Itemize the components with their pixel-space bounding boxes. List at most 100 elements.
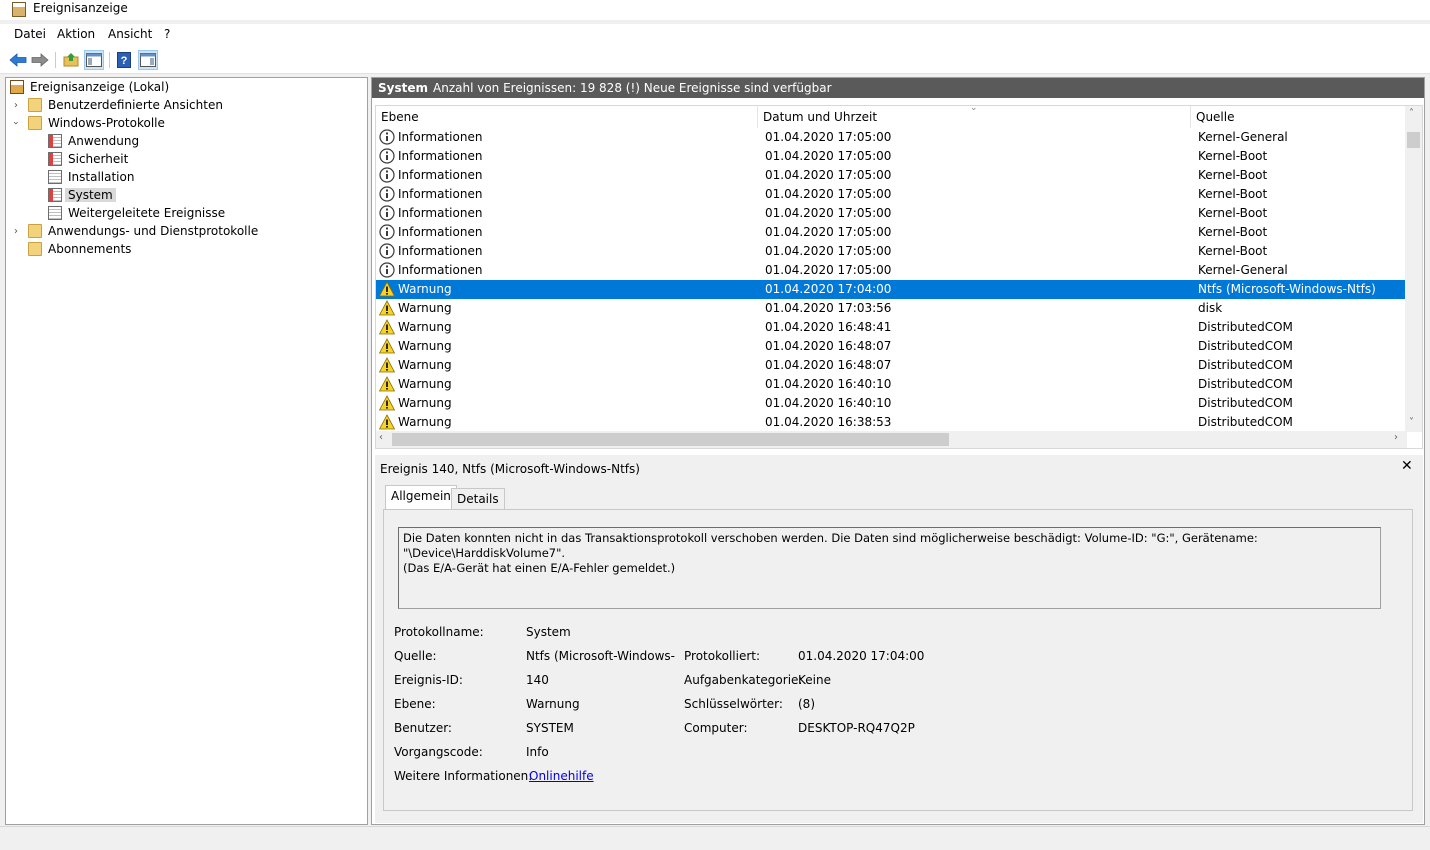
table-row[interactable]: Warnung 01.04.2020 16:48:07 DistributedCOM — [376, 356, 1406, 375]
cell-datetime: 01.04.2020 17:03:56 — [765, 301, 892, 315]
tree-item-label: Anwendungs- und Dienstprotokolle — [48, 224, 259, 238]
scroll-up-icon[interactable]: ˄ — [1409, 108, 1414, 119]
cell-level: Warnung — [398, 320, 452, 334]
event-message[interactable]: Die Daten konnten nicht in das Transakti… — [398, 527, 1381, 609]
table-row[interactable]: Warnung 01.04.2020 17:04:00 Ntfs (Microsof… — [376, 280, 1406, 299]
cell-level: Informationen — [398, 130, 483, 144]
tab-allgemein[interactable]: Allgemein — [385, 485, 457, 510]
event-viewer-app-icon — [12, 2, 26, 17]
column-header-quelle[interactable]: Quelle — [1191, 106, 1407, 128]
tree-item-root[interactable]: Ereignisanzeige (Lokal) — [10, 78, 172, 96]
label-schluesselwoerter: Schlüsselwörter: — [684, 697, 783, 711]
info-icon — [379, 224, 395, 240]
show-hide-action-icon — [140, 53, 156, 67]
up-folder-icon — [63, 53, 79, 67]
show-hide-action-pane-button[interactable] — [138, 50, 158, 70]
table-row[interactable]: Warnung 01.04.2020 16:48:41 DistributedCOM — [376, 318, 1406, 337]
tree-item-anwendung[interactable]: Anwendung — [48, 132, 142, 150]
table-row[interactable]: Warnung 01.04.2020 16:40:10 DistributedCOM — [376, 394, 1406, 413]
folder-icon — [28, 224, 42, 238]
tree-item-installation[interactable]: Installation — [48, 168, 137, 186]
show-hide-tree-icon — [86, 53, 102, 67]
label-vorgangscode: Vorgangscode: — [394, 745, 483, 759]
warning-icon — [378, 281, 396, 297]
forward-button[interactable] — [30, 50, 50, 70]
info-icon — [379, 148, 395, 164]
label-protokollname: Protokollname: — [394, 625, 484, 639]
table-row[interactable]: Informationen 01.04.2020 17:05:00 Kernel-B… — [376, 147, 1406, 166]
value-vorgangscode: Info — [526, 745, 549, 759]
event-count-info: Anzahl von Ereignissen: 19 828 (!) Neue … — [433, 81, 832, 95]
cell-source: Kernel-General — [1198, 130, 1288, 144]
scrollbar-thumb[interactable] — [1407, 132, 1420, 148]
tree-item-sicherheit[interactable]: Sicherheit — [48, 150, 131, 168]
warning-icon — [378, 376, 396, 392]
value-ereignis-id: 140 — [526, 673, 549, 687]
scroll-down-icon[interactable]: ˅ — [1409, 417, 1414, 428]
cell-source: DistributedCOM — [1198, 320, 1293, 334]
cell-datetime: 01.04.2020 17:05:00 — [765, 206, 892, 220]
warning-icon — [378, 319, 396, 335]
menu-datei[interactable]: Datei — [14, 27, 46, 41]
info-icon — [379, 186, 395, 202]
back-button[interactable] — [8, 50, 28, 70]
scroll-right-icon[interactable]: › — [1394, 432, 1398, 443]
results-pane: System Anzahl von Ereignissen: 19 828 (!… — [371, 77, 1425, 825]
scroll-left-icon[interactable]: ‹ — [379, 432, 383, 443]
help-button[interactable]: ? — [114, 50, 134, 70]
show-hide-tree-button[interactable] — [84, 50, 104, 70]
table-row[interactable]: Informationen 01.04.2020 17:05:00 Kernel-G… — [376, 261, 1406, 280]
tree-item-app-service-logs[interactable]: Anwendungs- und Dienstprotokolle — [28, 222, 261, 240]
folder-icon — [28, 98, 42, 112]
cell-level: Informationen — [398, 225, 483, 239]
close-icon[interactable]: ✕ — [1401, 458, 1413, 474]
tree-item-label: Ereignisanzeige (Lokal) — [30, 80, 170, 94]
value-schluesselwoerter: (8) — [798, 697, 815, 711]
tree-item-custom-views[interactable]: Benutzerdefinierte Ansichten — [28, 96, 226, 114]
cell-datetime: 01.04.2020 16:40:10 — [765, 396, 892, 410]
cell-datetime: 01.04.2020 16:48:07 — [765, 339, 892, 353]
event-list: Ebene Datum und Uhrzeit ⌄ Quelle Informa… — [375, 105, 1423, 449]
log-icon — [48, 152, 62, 166]
status-bar — [0, 826, 1430, 850]
chevron-right-icon[interactable]: › — [11, 222, 21, 240]
tree-item-forwarded-events[interactable]: Weitergeleitete Ereignisse — [48, 204, 228, 222]
table-row[interactable]: Informationen 01.04.2020 17:05:00 Kernel-B… — [376, 166, 1406, 185]
table-row[interactable]: Informationen 01.04.2020 17:05:00 Kernel-G… — [376, 128, 1406, 147]
column-header-ebene[interactable]: Ebene — [376, 106, 758, 128]
title-bar: Ereignisanzeige — [0, 0, 1430, 20]
vertical-scrollbar[interactable]: ˄ ˅ — [1405, 106, 1422, 432]
up-button[interactable] — [61, 50, 81, 70]
label-benutzer: Benutzer: — [394, 721, 452, 735]
table-row[interactable]: Informationen 01.04.2020 17:05:00 Kernel-B… — [376, 204, 1406, 223]
tab-details[interactable]: Details — [451, 488, 505, 510]
tree-item-system[interactable]: System — [48, 186, 116, 204]
cell-level: Warnung — [398, 377, 452, 391]
tree-item-subscriptions[interactable]: Abonnements — [28, 240, 134, 258]
table-row[interactable]: Informationen 01.04.2020 17:05:00 Kernel-B… — [376, 223, 1406, 242]
menu-ansicht[interactable]: Ansicht — [108, 27, 152, 41]
tree-item-windows-logs[interactable]: Windows-Protokolle — [28, 114, 168, 132]
cell-datetime: 01.04.2020 17:05:00 — [765, 225, 892, 239]
table-row[interactable]: Warnung 01.04.2020 16:40:10 DistributedCOM — [376, 375, 1406, 394]
cell-datetime: 01.04.2020 17:05:00 — [765, 244, 892, 258]
cell-source: Kernel-Boot — [1198, 149, 1268, 163]
event-detail-title: Ereignis 140, Ntfs (Microsoft-Windows-Nt… — [380, 462, 640, 476]
tree-item-label: System — [65, 188, 116, 202]
subscriptions-icon — [28, 242, 42, 256]
menu-aktion[interactable]: Aktion — [57, 27, 95, 41]
cell-level: Informationen — [398, 244, 483, 258]
table-row[interactable]: Informationen 01.04.2020 17:05:00 Kernel-B… — [376, 242, 1406, 261]
value-protokolliert: 01.04.2020 17:04:00 — [798, 649, 925, 663]
chevron-right-icon[interactable]: › — [11, 96, 21, 114]
menu-help[interactable]: ? — [164, 27, 170, 41]
table-row[interactable]: Informationen 01.04.2020 17:05:00 Kernel-B… — [376, 185, 1406, 204]
online-help-link[interactable]: Onlinehilfe — [529, 769, 594, 783]
tree-item-label: Windows-Protokolle — [48, 116, 165, 130]
chevron-down-icon[interactable]: › — [7, 118, 25, 128]
horizontal-scrollbar[interactable]: ‹ › — [376, 431, 1407, 448]
scrollbar-thumb[interactable] — [392, 433, 949, 446]
table-row[interactable]: Warnung 01.04.2020 17:03:56 disk — [376, 299, 1406, 318]
table-row[interactable]: Warnung 01.04.2020 16:38:53 DistributedCOM — [376, 413, 1406, 432]
table-row[interactable]: Warnung 01.04.2020 16:48:07 DistributedCOM — [376, 337, 1406, 356]
